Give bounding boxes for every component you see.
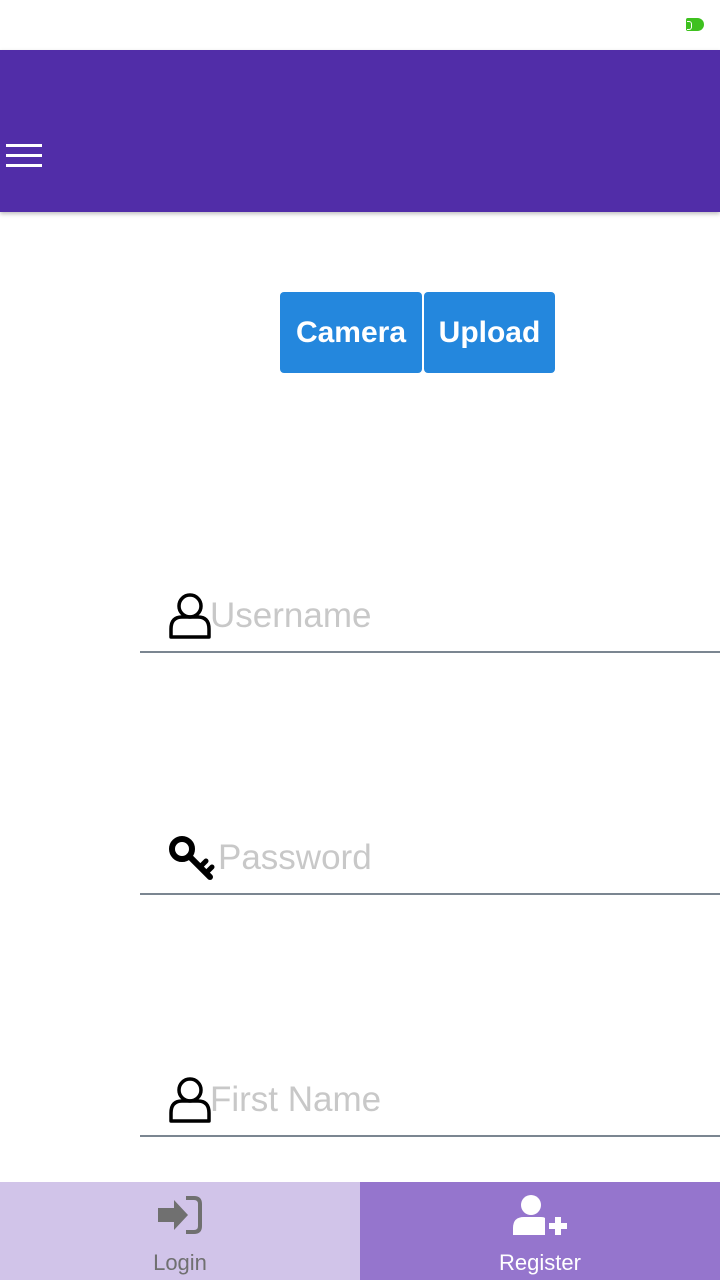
first-name-field <box>140 1067 720 1137</box>
password-field <box>140 825 720 895</box>
status-bar <box>0 0 720 50</box>
bottom-nav: Login Register <box>0 1182 720 1280</box>
first-name-input[interactable] <box>210 1075 710 1125</box>
battery-icon <box>686 18 704 31</box>
hamburger-line <box>6 164 42 167</box>
tab-register-label: Register <box>499 1250 581 1275</box>
upload-button[interactable]: Upload <box>424 292 555 373</box>
hamburger-menu-icon <box>6 144 42 147</box>
sign-in-icon <box>158 1196 202 1234</box>
key-icon <box>169 836 215 880</box>
add-user-icon <box>513 1195 567 1235</box>
tab-register[interactable]: Register <box>360 1182 720 1280</box>
tab-login-label: Login <box>153 1250 207 1275</box>
photo-buttons: Camera Upload <box>280 292 555 373</box>
username-input[interactable] <box>210 591 710 641</box>
camera-button[interactable]: Camera <box>280 292 422 373</box>
menu-button[interactable] <box>4 140 44 172</box>
username-field <box>140 583 720 653</box>
user-icon <box>169 593 211 639</box>
tab-login[interactable]: Login <box>0 1182 360 1280</box>
hamburger-line <box>6 154 42 157</box>
user-icon <box>169 1077 211 1123</box>
app-bar <box>0 50 720 212</box>
password-input[interactable] <box>218 833 718 883</box>
